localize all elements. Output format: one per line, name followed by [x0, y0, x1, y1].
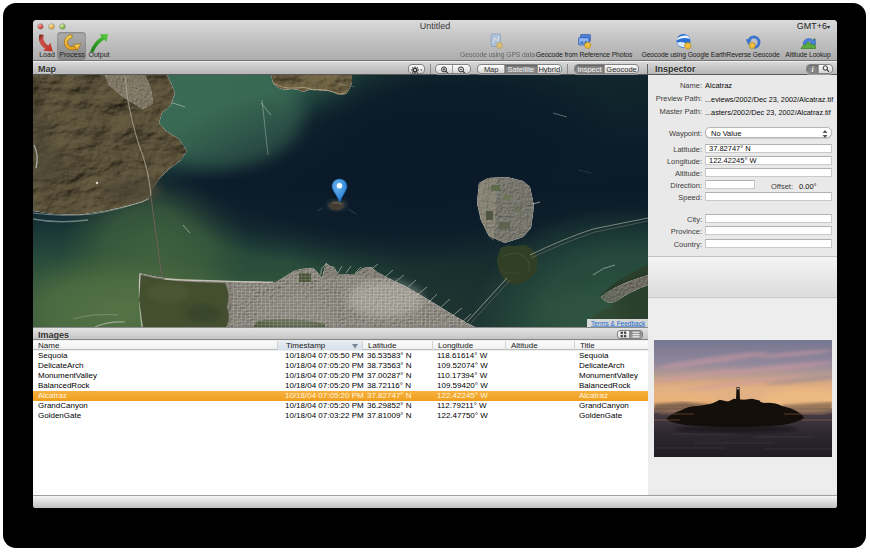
svg-text:Terms & Feedback: Terms & Feedback — [591, 320, 646, 327]
